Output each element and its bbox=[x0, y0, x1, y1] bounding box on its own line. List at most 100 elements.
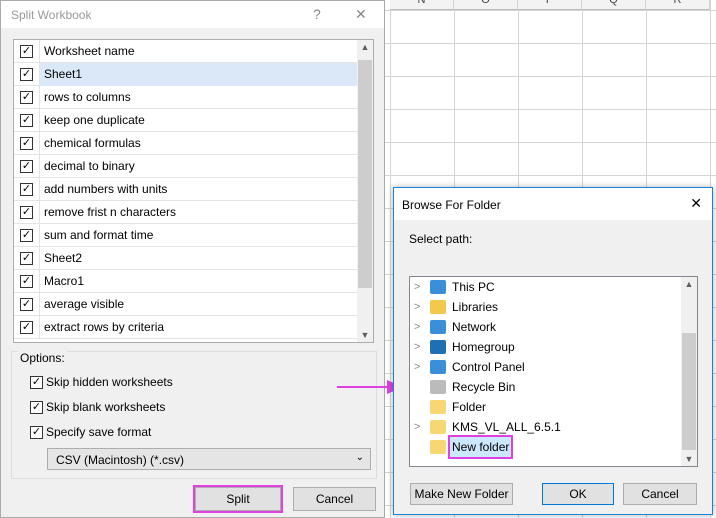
save-format-value: CSV (Macintosh) (*.csv) bbox=[56, 453, 185, 467]
scroll-thumb[interactable] bbox=[358, 60, 372, 288]
scroll-down-icon[interactable]: ▼ bbox=[681, 454, 697, 464]
worksheet-name: sum and format time bbox=[39, 224, 358, 247]
tree-scrollbar[interactable]: ▲ ▼ bbox=[681, 277, 697, 466]
cancel-button[interactable]: Cancel bbox=[623, 483, 697, 505]
tree-node[interactable]: > This PC bbox=[410, 277, 682, 297]
list-item[interactable]: ✓ average visible bbox=[14, 293, 358, 316]
scroll-up-icon[interactable]: ▲ bbox=[357, 42, 373, 52]
ok-button[interactable]: OK bbox=[542, 483, 614, 505]
list-item[interactable]: ✓ keep one duplicate bbox=[14, 109, 358, 132]
chevron-right-icon[interactable]: > bbox=[414, 337, 420, 357]
dialog-title: Browse For Folder bbox=[394, 188, 712, 220]
worksheet-list[interactable]: ✓ Worksheet name ✓ Sheet1 ✓ rows to columns ✓ k… bbox=[13, 39, 374, 343]
list-item[interactable]: ✓ chemical formulas bbox=[14, 132, 358, 155]
list-header[interactable]: ✓ Worksheet name bbox=[14, 40, 358, 63]
worksheet-name: extract rows by criteria bbox=[39, 316, 358, 339]
worksheet-name: decimal to binary bbox=[39, 155, 358, 178]
option-label: Specify save format bbox=[46, 425, 152, 439]
tree-node[interactable]: > Network bbox=[410, 317, 682, 337]
list-item[interactable]: ✓ Sheet1 bbox=[14, 63, 358, 86]
chevron-right-icon[interactable]: > bbox=[414, 417, 420, 437]
skip-blank-checkbox[interactable]: ✓ Skip blank worksheets bbox=[30, 400, 166, 415]
list-item[interactable]: ✓ add numbers with units bbox=[14, 178, 358, 201]
tree-node-label: Recycle Bin bbox=[452, 380, 516, 394]
worksheet-name: remove frist n characters bbox=[39, 201, 358, 224]
column-header[interactable]: R bbox=[646, 0, 710, 10]
checkbox-checked-icon[interactable]: ✓ bbox=[20, 321, 33, 334]
scroll-down-icon[interactable]: ▼ bbox=[357, 330, 373, 340]
checkbox-checked-icon[interactable]: ✓ bbox=[20, 229, 33, 242]
checkbox-checked-icon[interactable]: ✓ bbox=[20, 45, 33, 58]
make-new-folder-button[interactable]: Make New Folder bbox=[410, 483, 513, 505]
list-item[interactable]: ✓ decimal to binary bbox=[14, 155, 358, 178]
chevron-right-icon[interactable]: > bbox=[414, 297, 420, 317]
tree-node-label: Homegroup bbox=[452, 340, 515, 354]
worksheet-name: rows to columns bbox=[39, 86, 358, 109]
scroll-thumb[interactable] bbox=[682, 333, 696, 450]
tree-node-label: New folder bbox=[447, 435, 514, 459]
column-header[interactable]: N bbox=[390, 0, 454, 10]
list-item[interactable]: ✓ remove frist n characters bbox=[14, 201, 358, 224]
tree-node[interactable]: Recycle Bin bbox=[410, 377, 682, 397]
help-button[interactable]: ? bbox=[313, 6, 321, 22]
network-icon bbox=[430, 320, 446, 334]
tree-node[interactable]: > KMS_VL_ALL_6.5.1 bbox=[410, 417, 682, 437]
checkbox-checked-icon[interactable]: ✓ bbox=[20, 183, 33, 196]
tree-node[interactable]: > Homegroup bbox=[410, 337, 682, 357]
tree-node[interactable]: Folder bbox=[410, 397, 682, 417]
options-label: Options: bbox=[18, 351, 67, 365]
chevron-right-icon[interactable]: > bbox=[414, 357, 420, 377]
worksheet-name: Sheet2 bbox=[39, 247, 358, 270]
list-item[interactable]: ✓ extract rows by criteria bbox=[14, 316, 358, 339]
checkbox-checked-icon[interactable]: ✓ bbox=[30, 426, 43, 440]
tree-node[interactable]: New folder bbox=[410, 435, 682, 459]
checkbox-checked-icon[interactable]: ✓ bbox=[20, 298, 33, 311]
browse-for-folder-dialog: Browse For Folder ✕ Select path: > This P… bbox=[393, 187, 713, 515]
column-header[interactable]: Q bbox=[582, 0, 646, 10]
libraries-icon bbox=[430, 300, 446, 314]
checkbox-checked-icon[interactable]: ✓ bbox=[20, 275, 33, 288]
checkbox-checked-icon[interactable]: ✓ bbox=[20, 68, 33, 81]
split-workbook-dialog: Split Workbook ? ✕ ✓ Worksheet name ✓ Sheet… bbox=[0, 0, 385, 518]
list-item[interactable]: ✓ rows to columns bbox=[14, 86, 358, 109]
column-header[interactable]: P bbox=[518, 0, 582, 10]
checkbox-checked-icon[interactable]: ✓ bbox=[20, 137, 33, 150]
checkbox-checked-icon[interactable]: ✓ bbox=[20, 160, 33, 173]
column-header[interactable]: O bbox=[454, 0, 518, 10]
list-item[interactable]: ✓ sum and format time bbox=[14, 224, 358, 247]
folder-icon bbox=[430, 400, 446, 414]
close-button[interactable]: ✕ bbox=[355, 6, 367, 23]
recycle-bin-icon bbox=[430, 380, 446, 394]
save-format-select[interactable]: CSV (Macintosh) (*.csv) ⌄ bbox=[47, 448, 371, 470]
checkbox-checked-icon[interactable]: ✓ bbox=[20, 114, 33, 127]
save-format-checkbox[interactable]: ✓ Specify save format bbox=[30, 425, 152, 440]
checkbox-checked-icon[interactable]: ✓ bbox=[20, 91, 33, 104]
checkbox-checked-icon[interactable]: ✓ bbox=[20, 206, 33, 219]
cancel-button[interactable]: Cancel bbox=[293, 487, 376, 511]
folder-tree[interactable]: > This PC > Libraries > Network > Homegroup > Con… bbox=[409, 276, 698, 467]
select-path-label: Select path: bbox=[409, 232, 473, 246]
checkbox-checked-icon[interactable]: ✓ bbox=[30, 376, 43, 390]
tree-node[interactable]: > Control Panel bbox=[410, 357, 682, 377]
checkbox-checked-icon[interactable]: ✓ bbox=[20, 252, 33, 265]
scroll-up-icon[interactable]: ▲ bbox=[681, 279, 697, 289]
chevron-right-icon[interactable]: > bbox=[414, 277, 420, 297]
chevron-down-icon: ⌄ bbox=[355, 452, 364, 463]
homegroup-icon bbox=[430, 340, 446, 354]
tree-node-label: Network bbox=[452, 320, 497, 334]
tree-node-label: This PC bbox=[452, 280, 495, 294]
skip-hidden-checkbox[interactable]: ✓ Skip hidden worksheets bbox=[30, 375, 173, 390]
split-button[interactable]: Split bbox=[193, 485, 283, 513]
chevron-right-icon[interactable]: > bbox=[414, 317, 420, 337]
list-item[interactable]: ✓ Macro1 bbox=[14, 270, 358, 293]
list-item[interactable]: ✓ Sheet2 bbox=[14, 247, 358, 270]
close-button[interactable]: ✕ bbox=[690, 195, 702, 212]
option-label: Skip blank worksheets bbox=[46, 400, 166, 414]
checkbox-checked-icon[interactable]: ✓ bbox=[30, 401, 43, 415]
option-label: Skip hidden worksheets bbox=[46, 375, 173, 389]
control-panel-icon bbox=[430, 360, 446, 374]
tree-node[interactable]: > Libraries bbox=[410, 297, 682, 317]
list-scrollbar[interactable]: ▲ ▼ bbox=[357, 40, 373, 342]
computer-icon bbox=[430, 280, 446, 294]
folder-icon bbox=[430, 440, 446, 454]
